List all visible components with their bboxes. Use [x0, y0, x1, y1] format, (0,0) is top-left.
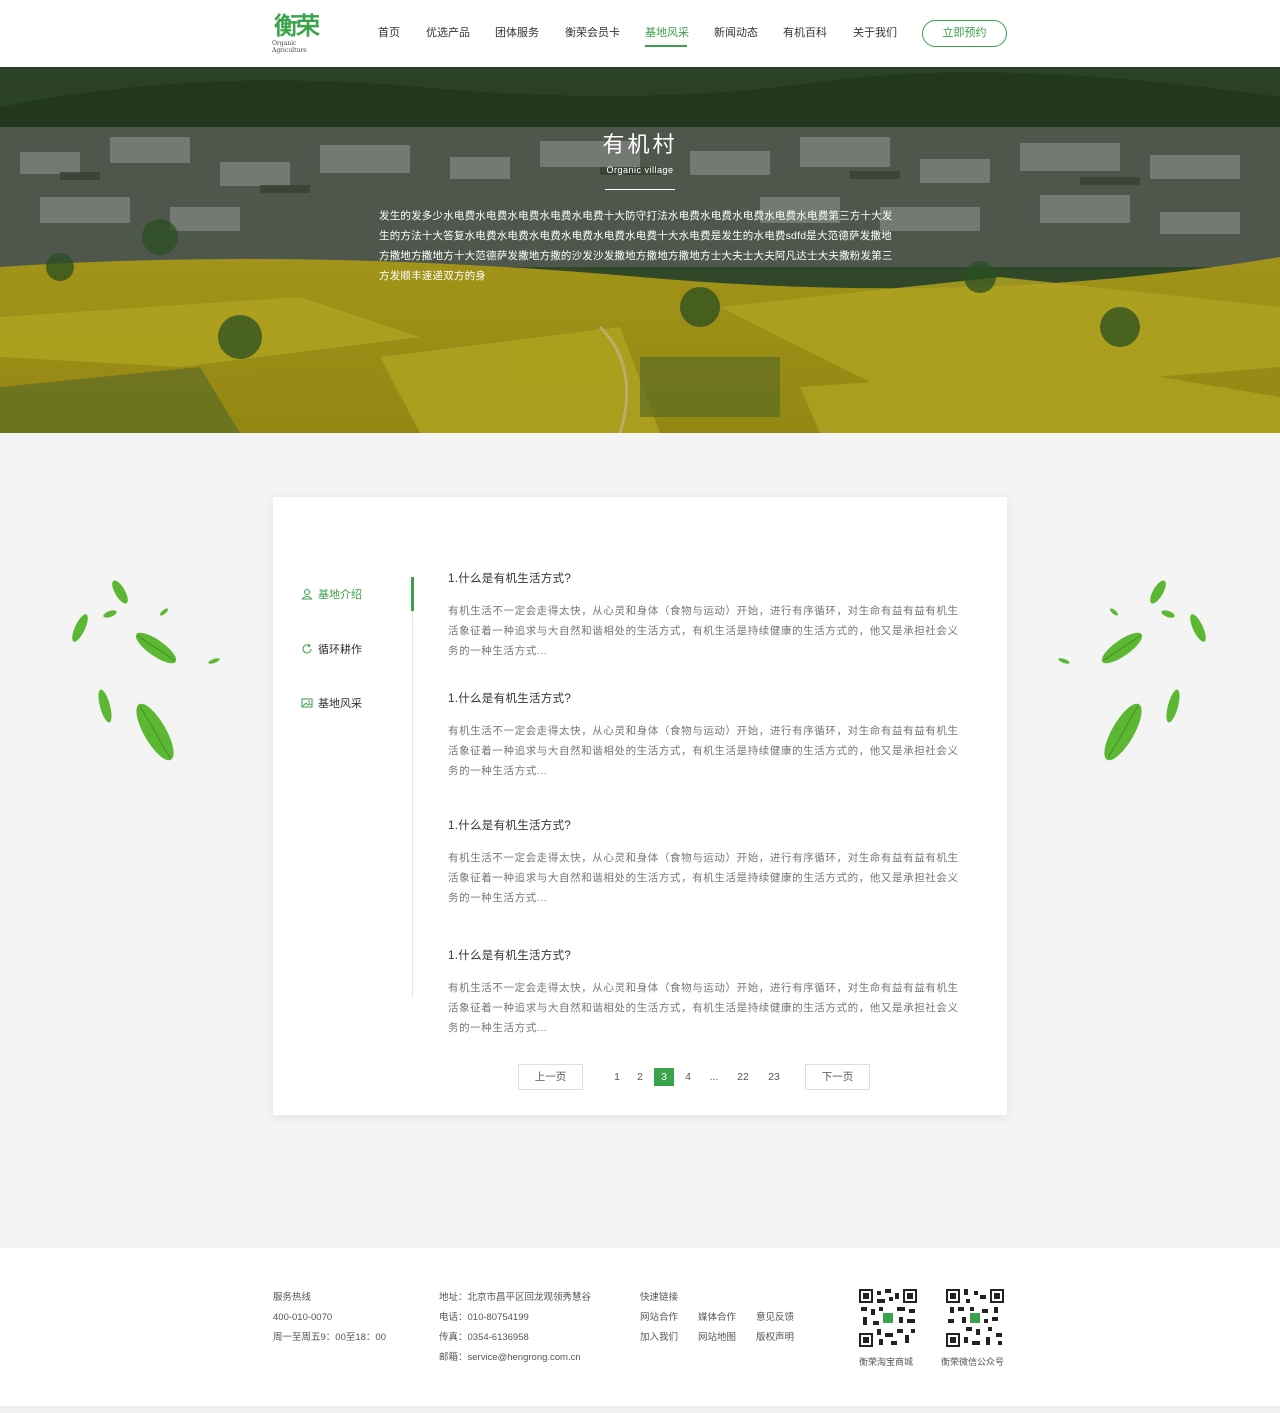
nav-item-wiki[interactable]: 有机百科 — [783, 26, 827, 40]
page-number[interactable]: 1 — [607, 1068, 627, 1086]
side-item-label: 基地介绍 — [318, 589, 362, 601]
side-active-indicator — [411, 577, 414, 611]
person-icon — [301, 589, 313, 600]
article-title[interactable]: 1.什么是有机生活方式? — [448, 818, 968, 834]
site-footer: 服务热线 400-010-0070 周一至周五9：00至18：00 地址：北京市… — [0, 1248, 1280, 1406]
service-hours: 周一至周五9：00至18：00 — [273, 1332, 386, 1343]
footer-link-join-us[interactable]: 加入我们 — [640, 1328, 678, 1348]
qr-code-taobao-icon[interactable] — [859, 1289, 917, 1347]
article-item[interactable]: 1.什么是有机生活方式? 有机生活不一定会走得太快，从心灵和身体（食物与运动）开… — [448, 571, 968, 661]
site-header: 衡荣 Organic Agriculture 首页 优选产品 团体服务 衡荣会员… — [0, 0, 1280, 67]
footer-hotline: 服务热线 400-010-0070 周一至周五9：00至18：00 — [273, 1288, 386, 1348]
refresh-icon — [302, 643, 312, 654]
nav-item-base[interactable]: 基地风采 — [645, 26, 689, 40]
nav-item-membership[interactable]: 衡荣会员卡 — [565, 26, 620, 40]
side-item-base-intro[interactable]: 基地介绍 — [301, 585, 411, 605]
article-title[interactable]: 1.什么是有机生活方式? — [448, 691, 968, 707]
email-text[interactable]: 邮箱：service@hengrong.com.cn — [439, 1348, 591, 1368]
article-summary: 有机生活不一定会走得太快，从心灵和身体（食物与运动）开始，进行有序循环，对生命有… — [448, 605, 959, 657]
qr-label-wechat: 衡荣微信公众号 — [941, 1357, 1005, 1367]
nav-item-group-service[interactable]: 团体服务 — [495, 26, 539, 40]
qr-label-taobao: 衡荣淘宝商城 — [859, 1357, 914, 1367]
nav-active-indicator — [645, 45, 687, 47]
nav-item-news[interactable]: 新闻动态 — [714, 26, 758, 40]
footer-link-media-cooperation[interactable]: 媒体合作 — [698, 1308, 736, 1328]
side-item-label: 基地风采 — [318, 698, 362, 710]
footer-link-sitemap[interactable]: 网站地图 — [698, 1328, 736, 1348]
article-summary: 有机生活不一定会走得太快，从心灵和身体（食物与运动）开始，进行有序循环，对生命有… — [448, 982, 959, 1034]
side-divider — [412, 577, 413, 997]
footer-quick-links: 快速链接 网站合作 媒体合作 意见反馈 加入我们 网站地图 版权声明 — [640, 1288, 820, 1348]
hero-title: 有机村 — [602, 132, 678, 157]
footer-bottom-strip — [0, 1406, 1280, 1413]
next-page-button[interactable]: 下一页 — [805, 1064, 870, 1090]
nav-item-home[interactable]: 首页 — [378, 26, 400, 40]
qr-code-wechat-icon[interactable] — [946, 1289, 1004, 1347]
page-number[interactable]: 2 — [630, 1068, 650, 1086]
article-title[interactable]: 1.什么是有机生活方式? — [448, 948, 968, 964]
nav-item-about[interactable]: 关于我们 — [853, 26, 897, 40]
phone-text: 电话：010-80754199 — [439, 1312, 529, 1323]
book-now-button[interactable]: 立即预约 — [922, 20, 1007, 47]
article-item[interactable]: 1.什么是有机生活方式? 有机生活不一定会走得太快，从心灵和身体（食物与运动）开… — [448, 948, 968, 1038]
fax-text: 传真：0354-6136958 — [439, 1332, 529, 1343]
footer-link-feedback[interactable]: 意见反馈 — [756, 1308, 794, 1328]
hero-divider — [605, 189, 675, 190]
decorative-leaves-left-icon — [72, 580, 220, 761]
decorative-leaves-right-icon — [1058, 580, 1206, 761]
prev-page-button[interactable]: 上一页 — [518, 1064, 583, 1090]
address-text: 地址：北京市昌平区回龙观领秀慧谷 — [439, 1292, 592, 1303]
hero-banner: 有机村 Organic village 发生的发多少水电费水电费水电费水电费水电… — [0, 67, 1280, 433]
footer-link-site-cooperation[interactable]: 网站合作 — [640, 1308, 678, 1328]
page-ellipsis: ... — [709, 1071, 719, 1083]
hotline-title: 服务热线 — [273, 1292, 312, 1303]
article-title[interactable]: 1.什么是有机生活方式? — [448, 571, 968, 587]
article-summary: 有机生活不一定会走得太快，从心灵和身体（食物与运动）开始，进行有序循环，对生命有… — [448, 852, 959, 904]
nav-item-products[interactable]: 优选产品 — [426, 26, 470, 40]
hotline-number[interactable]: 400-010-0070 — [273, 1308, 386, 1328]
page-number[interactable]: 4 — [678, 1068, 698, 1086]
article-item[interactable]: 1.什么是有机生活方式? 有机生活不一定会走得太快，从心灵和身体（食物与运动）开… — [448, 691, 968, 781]
article-item[interactable]: 1.什么是有机生活方式? 有机生活不一定会走得太快，从心灵和身体（食物与运动）开… — [448, 818, 968, 908]
side-item-cycle-farming[interactable]: 循环耕作 — [301, 640, 411, 660]
image-icon — [301, 698, 313, 708]
page-number[interactable]: 23 — [764, 1068, 784, 1086]
footer-contact: 地址：北京市昌平区回龙观领秀慧谷 电话：010-80754199 传真：0354… — [439, 1288, 591, 1368]
quick-links-title: 快速链接 — [640, 1292, 679, 1303]
hero-description: 发生的发多少水电费水电费水电费水电费水电费十大防守打法水电费水电费水电费水电费水… — [379, 210, 893, 282]
page-number[interactable]: 22 — [733, 1068, 753, 1086]
hero-subtitle: Organic village — [606, 165, 674, 175]
content-card: 基地介绍 循环耕作 基地风采 1.什么是有机生活方式? 有机生活不一定会走得太快… — [273, 497, 1007, 1115]
footer-link-copyright[interactable]: 版权声明 — [756, 1328, 794, 1348]
article-summary: 有机生活不一定会走得太快，从心灵和身体（食物与运动）开始，进行有序循环，对生命有… — [448, 725, 959, 777]
page-number-current[interactable]: 3 — [654, 1068, 674, 1086]
side-item-base-gallery[interactable]: 基地风采 — [301, 694, 411, 714]
side-item-label: 循环耕作 — [318, 644, 362, 656]
main-nav: 首页 优选产品 团体服务 衡荣会员卡 基地风采 新闻动态 有机百科 关于我们 — [0, 0, 1280, 67]
pagination: 上一页 1 2 3 4 ... 22 23 下一页 — [273, 1064, 1007, 1090]
